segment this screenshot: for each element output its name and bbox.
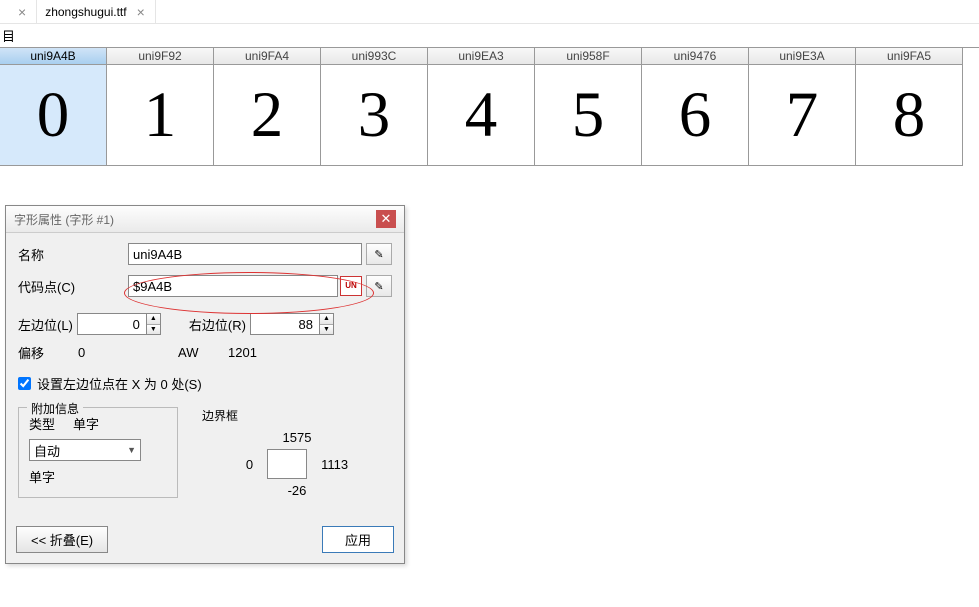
name-action-button[interactable]: ✎: [366, 243, 392, 265]
glyph-preview: 7: [749, 65, 855, 165]
rsb-input[interactable]: [250, 313, 320, 335]
glyph-preview: 8: [856, 65, 962, 165]
glyph-code: uni9FA4: [214, 48, 320, 65]
aw-label: AW: [178, 345, 228, 360]
aw-value: 1201: [228, 345, 257, 360]
glyph-grid: uni9A4B 0 uni9F92 1 uni9FA4 2 uni993C 3 …: [0, 47, 979, 166]
unicode-badge-icon: UN: [340, 276, 362, 296]
glyph-preview: 1: [107, 65, 213, 165]
bbox-top: 1575: [283, 430, 312, 445]
glyph-code: uni9F92: [107, 48, 213, 65]
glyph-properties-dialog: 字形属性 (字形 #1) ✕ 名称 ✎ 代码点(C) UN ✎ 左边位(L) ▲…: [5, 205, 405, 564]
section-label: 目: [0, 24, 979, 47]
chevron-up-icon[interactable]: ▲: [320, 314, 333, 325]
glyph-cell[interactable]: uni9FA4 2: [214, 48, 321, 166]
tabs-bar: × zhongshugui.ttf ×: [0, 0, 979, 24]
glyph-code: uni9EA3: [428, 48, 534, 65]
name-input[interactable]: [128, 243, 362, 265]
tab-font-file[interactable]: zhongshugui.ttf ×: [37, 0, 156, 24]
chevron-up-icon[interactable]: ▲: [147, 314, 160, 325]
lsb-origin-checkbox[interactable]: [18, 377, 31, 390]
rsb-label: 右边位(R): [189, 315, 246, 334]
glyph-cell[interactable]: uni9FA5 8: [856, 48, 963, 166]
type-dropdown[interactable]: 自动 ▼: [29, 439, 141, 461]
glyph-code: uni9A4B: [0, 48, 106, 65]
codepoint-input[interactable]: [128, 275, 338, 297]
glyph-cell[interactable]: uni9F92 1: [107, 48, 214, 166]
bbox-preview: [267, 449, 307, 479]
glyph-cell[interactable]: uni9476 6: [642, 48, 749, 166]
extra-info-title: 附加信息: [27, 400, 83, 417]
chevron-down-icon[interactable]: ▼: [320, 325, 333, 335]
bbox-title: 边界框: [202, 407, 392, 424]
bbox-left: 0: [246, 457, 253, 472]
collapse-button[interactable]: << 折叠(E): [16, 526, 108, 553]
lsb-spinner[interactable]: ▲▼: [147, 313, 161, 335]
chevron-down-icon: ▼: [127, 445, 136, 455]
tab-empty[interactable]: ×: [0, 0, 37, 24]
codepoint-action-button[interactable]: ✎: [366, 275, 392, 297]
close-icon[interactable]: ×: [135, 4, 147, 20]
glyph-code: uni9476: [642, 48, 748, 65]
dialog-title-text: 字形属性 (字形 #1): [14, 211, 114, 228]
glyph-cell[interactable]: uni993C 3: [321, 48, 428, 166]
glyph-preview: 5: [535, 65, 641, 165]
glyph-code: uni993C: [321, 48, 427, 65]
glyph-cell[interactable]: uni9E3A 7: [749, 48, 856, 166]
checkbox-label: 设置左边位点在 X 为 0 处(S): [37, 374, 202, 393]
bbox-right: 1113: [321, 457, 348, 472]
glyph-cell[interactable]: uni9A4B 0: [0, 48, 107, 166]
lsb-input[interactable]: [77, 313, 147, 335]
glyph-cell[interactable]: uni958F 5: [535, 48, 642, 166]
chevron-down-icon[interactable]: ▼: [147, 325, 160, 335]
glyph-preview: 6: [642, 65, 748, 165]
glyph-preview: 2: [214, 65, 320, 165]
close-icon[interactable]: ×: [16, 4, 28, 20]
glyph-cell[interactable]: uni9EA3 4: [428, 48, 535, 166]
lsb-label: 左边位(L): [18, 315, 73, 334]
dropdown-value: 自动: [34, 441, 60, 460]
offset-value: 0: [78, 345, 178, 360]
glyph-code: uni9FA5: [856, 48, 962, 65]
glyph-code: uni958F: [535, 48, 641, 65]
close-icon[interactable]: ✕: [376, 210, 396, 228]
apply-button[interactable]: 应用: [322, 526, 394, 553]
offset-label: 偏移: [18, 343, 78, 362]
bbox-bottom: -26: [288, 483, 307, 498]
tab-label: zhongshugui.ttf: [45, 5, 134, 19]
codepoint-label: 代码点(C): [18, 277, 128, 296]
extra-single-label: 单字: [29, 467, 167, 486]
glyph-preview: 0: [0, 65, 106, 165]
rsb-spinner[interactable]: ▲▼: [320, 313, 334, 335]
glyph-preview: 4: [428, 65, 534, 165]
dialog-titlebar[interactable]: 字形属性 (字形 #1) ✕: [6, 206, 404, 233]
glyph-code: uni9E3A: [749, 48, 855, 65]
name-label: 名称: [18, 245, 128, 264]
glyph-preview: 3: [321, 65, 427, 165]
